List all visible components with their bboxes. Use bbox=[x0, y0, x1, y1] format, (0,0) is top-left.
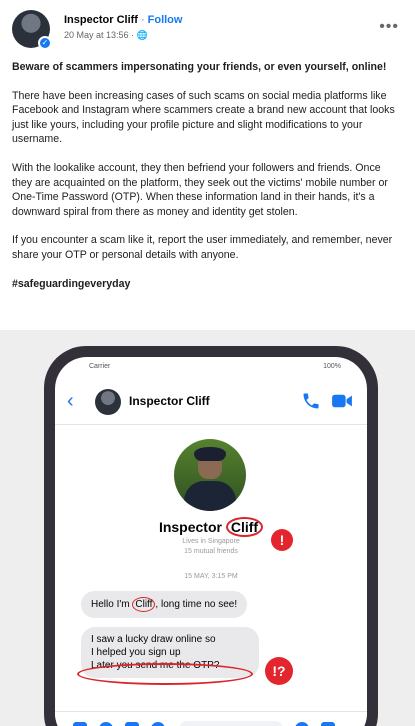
battery-label: 100% bbox=[323, 363, 341, 370]
highlight-ring: Cliff bbox=[225, 517, 264, 537]
message-composer bbox=[55, 711, 367, 726]
globe-icon: 🌐 bbox=[136, 30, 148, 40]
like-icon[interactable] bbox=[321, 722, 335, 726]
facebook-post-card: ✓ Inspector Cliff · Follow 20 May at 13:56… bbox=[0, 0, 415, 726]
phone-call-icon[interactable] bbox=[301, 391, 321, 411]
otp-highlight-ring bbox=[77, 663, 253, 685]
status-bar: Carrier 100% bbox=[55, 363, 367, 377]
post-paragraph: Beware of scammers impersonating your fr… bbox=[12, 61, 387, 73]
more-options-icon[interactable]: ••• bbox=[379, 18, 399, 36]
profile-photo bbox=[174, 439, 246, 511]
post-body: Beware of scammers impersonating your fr… bbox=[12, 60, 400, 305]
messenger-screen: Carrier 100% ‹ Inspector Cliff Inspector… bbox=[55, 357, 367, 726]
carrier-label: Carrier bbox=[89, 363, 111, 370]
follow-button[interactable]: Follow bbox=[148, 14, 183, 26]
author-row: Inspector Cliff · Follow bbox=[64, 14, 183, 26]
alert-icon: !? bbox=[265, 657, 293, 685]
chat-timestamp: 15 MAY, 3:15 PM bbox=[184, 573, 238, 580]
hashtag-link[interactable]: #safeguardingeveryday bbox=[12, 277, 400, 292]
post-paragraph: There have been increasing cases of such… bbox=[12, 89, 395, 146]
back-icon[interactable]: ‹ bbox=[67, 391, 74, 411]
post-paragraph: If you encounter a scam like it, report … bbox=[12, 234, 393, 261]
video-call-icon[interactable] bbox=[331, 392, 353, 410]
emoji-icon[interactable] bbox=[295, 722, 309, 726]
post-image[interactable]: Carrier 100% ‹ Inspector Cliff Inspector… bbox=[0, 330, 415, 726]
apps-icon[interactable] bbox=[73, 722, 87, 726]
author-name[interactable]: Inspector Cliff bbox=[64, 14, 138, 26]
mic-icon[interactable] bbox=[151, 722, 165, 726]
message-input[interactable] bbox=[179, 721, 283, 726]
camera-icon[interactable] bbox=[99, 722, 113, 726]
highlight-ring: Cliff bbox=[132, 597, 156, 612]
message-bubble: Hello I'm Cliff, long time no see! bbox=[81, 591, 248, 618]
chat-name[interactable]: Inspector Cliff bbox=[129, 394, 210, 408]
verified-badge-icon: ✓ bbox=[38, 36, 52, 50]
post-paragraph: With the lookalike account, they then be… bbox=[12, 161, 388, 218]
gallery-icon[interactable] bbox=[125, 722, 139, 726]
post-header: ✓ Inspector Cliff · Follow 20 May at 13:56… bbox=[10, 8, 405, 52]
phone-frame: Carrier 100% ‹ Inspector Cliff Inspector… bbox=[44, 346, 378, 726]
chat-header: ‹ Inspector Cliff bbox=[55, 381, 367, 425]
post-timestamp[interactable]: 20 May at 13:56 · 🌐 bbox=[64, 30, 148, 41]
chat-avatar[interactable] bbox=[95, 389, 121, 415]
profile-subtitle: Lives in Singapore 15 mutual friends bbox=[182, 538, 240, 555]
profile-name: Inspector Cliff bbox=[55, 517, 367, 537]
